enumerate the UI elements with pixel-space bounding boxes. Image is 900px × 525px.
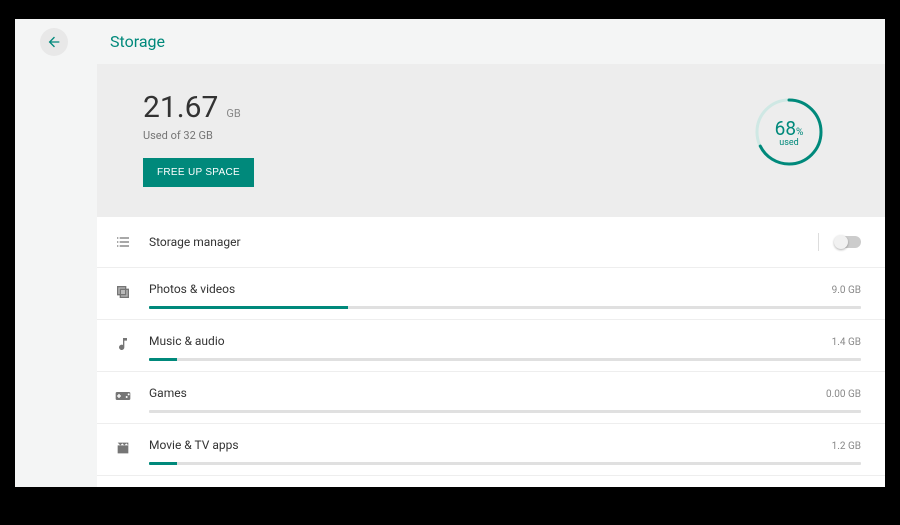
free-up-space-button[interactable]: FREE UP SPACE bbox=[143, 158, 254, 187]
back-button[interactable] bbox=[40, 28, 68, 56]
used-unit: GB bbox=[226, 107, 240, 120]
storage-summary: 21.67 GB Used of 32 GB FREE UP SPACE 68%… bbox=[97, 64, 885, 217]
category-label: Games bbox=[149, 386, 187, 400]
usage-block: 21.67 GB Used of 32 GB FREE UP SPACE bbox=[143, 90, 254, 187]
category-bar bbox=[149, 306, 861, 309]
category-label: Movie & TV apps bbox=[149, 438, 239, 452]
list-icon bbox=[113, 234, 133, 250]
category-label: Photos & videos bbox=[149, 282, 235, 296]
music-icon bbox=[113, 336, 133, 352]
category-row-games[interactable]: Games 0.00 GB bbox=[97, 372, 885, 424]
games-icon bbox=[113, 388, 133, 404]
ring-label: used bbox=[779, 138, 798, 148]
category-bar bbox=[149, 410, 861, 413]
usage-ring-chart: 68% used bbox=[753, 96, 825, 168]
category-size: 9.0 GB bbox=[832, 285, 861, 296]
ring-percent: 68% bbox=[775, 117, 804, 140]
category-row-music[interactable]: Music & audio 1.4 GB bbox=[97, 320, 885, 372]
category-label: Music & audio bbox=[149, 334, 225, 348]
app-header: Storage bbox=[15, 19, 885, 64]
category-size: 1.4 GB bbox=[832, 337, 861, 348]
page-title: Storage bbox=[110, 32, 165, 51]
category-bar bbox=[149, 462, 861, 465]
category-row-photos[interactable]: Photos & videos 9.0 GB bbox=[97, 268, 885, 320]
category-row-movie[interactable]: Movie & TV apps 1.2 GB bbox=[97, 424, 885, 476]
category-size: 0.00 GB bbox=[826, 389, 861, 400]
photos-icon bbox=[113, 284, 133, 300]
storage-manager-row[interactable]: Storage manager bbox=[97, 217, 885, 268]
content-scroll[interactable]: 21.67 GB Used of 32 GB FREE UP SPACE 68%… bbox=[97, 64, 885, 487]
storage-manager-toggle[interactable] bbox=[835, 236, 861, 248]
used-subtitle: Used of 32 GB bbox=[143, 129, 254, 142]
category-size: 1.2 GB bbox=[832, 441, 861, 452]
category-row-apps[interactable]: Other apps3.5 GB bbox=[97, 476, 885, 487]
used-amount: 21.67 bbox=[143, 90, 218, 125]
category-bar bbox=[149, 358, 861, 361]
divider bbox=[818, 233, 819, 251]
arrow-left-icon bbox=[46, 34, 62, 50]
storage-manager-label: Storage manager bbox=[149, 235, 818, 249]
movie-icon bbox=[113, 440, 133, 456]
